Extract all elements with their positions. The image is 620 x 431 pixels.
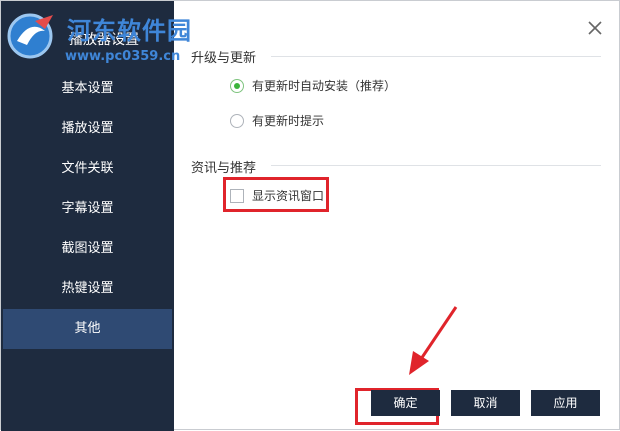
sidebar: 播放器设置 基本设置 播放设置 文件关联 字幕设置 截图设置 热键设置 其他 [1, 1, 174, 431]
show-news-label: 显示资讯窗口 [252, 189, 325, 203]
sidebar-item-playback[interactable]: 播放设置 [3, 109, 172, 149]
close-icon[interactable] [585, 18, 605, 38]
section-divider [271, 165, 601, 166]
section-divider [271, 56, 601, 57]
radio-notify-only[interactable]: 有更新时提示 [230, 112, 324, 129]
watermark-text: 河东软件园 [67, 17, 192, 45]
section-title-news: 资讯与推荐 [191, 161, 257, 176]
sidebar-item-hotkeys[interactable]: 热键设置 [3, 269, 172, 309]
radio-auto-install[interactable]: 有更新时自动安装（推荐） [230, 77, 396, 94]
settings-dialog: 播放器设置 基本设置 播放设置 文件关联 字幕设置 截图设置 热键设置 其他 河… [0, 0, 620, 431]
annotation-arrow-icon [409, 306, 458, 375]
cancel-button[interactable]: 取消 [451, 390, 520, 416]
radio-unselected-icon[interactable] [230, 113, 244, 128]
watermark-url: www.pc0359.cn [65, 49, 181, 64]
sidebar-item-basic[interactable]: 基本设置 [3, 69, 172, 109]
radio-selected-icon[interactable] [230, 78, 244, 93]
watermark-logo-icon [7, 13, 53, 59]
section-title-update: 升级与更新 [191, 51, 257, 66]
apply-button[interactable]: 应用 [531, 390, 600, 416]
sidebar-item-file-association[interactable]: 文件关联 [3, 149, 172, 189]
radio-auto-install-label: 有更新时自动安装（推荐） [252, 79, 397, 93]
checkbox-icon[interactable] [230, 188, 244, 203]
sidebar-item-screenshot[interactable]: 截图设置 [3, 229, 172, 269]
ok-button[interactable]: 确定 [371, 390, 440, 416]
show-news-checkbox[interactable]: 显示资讯窗口 [230, 187, 324, 204]
sidebar-item-subtitle[interactable]: 字幕设置 [3, 189, 172, 229]
radio-notify-only-label: 有更新时提示 [252, 114, 325, 128]
sidebar-item-other[interactable]: 其他 [3, 309, 172, 349]
